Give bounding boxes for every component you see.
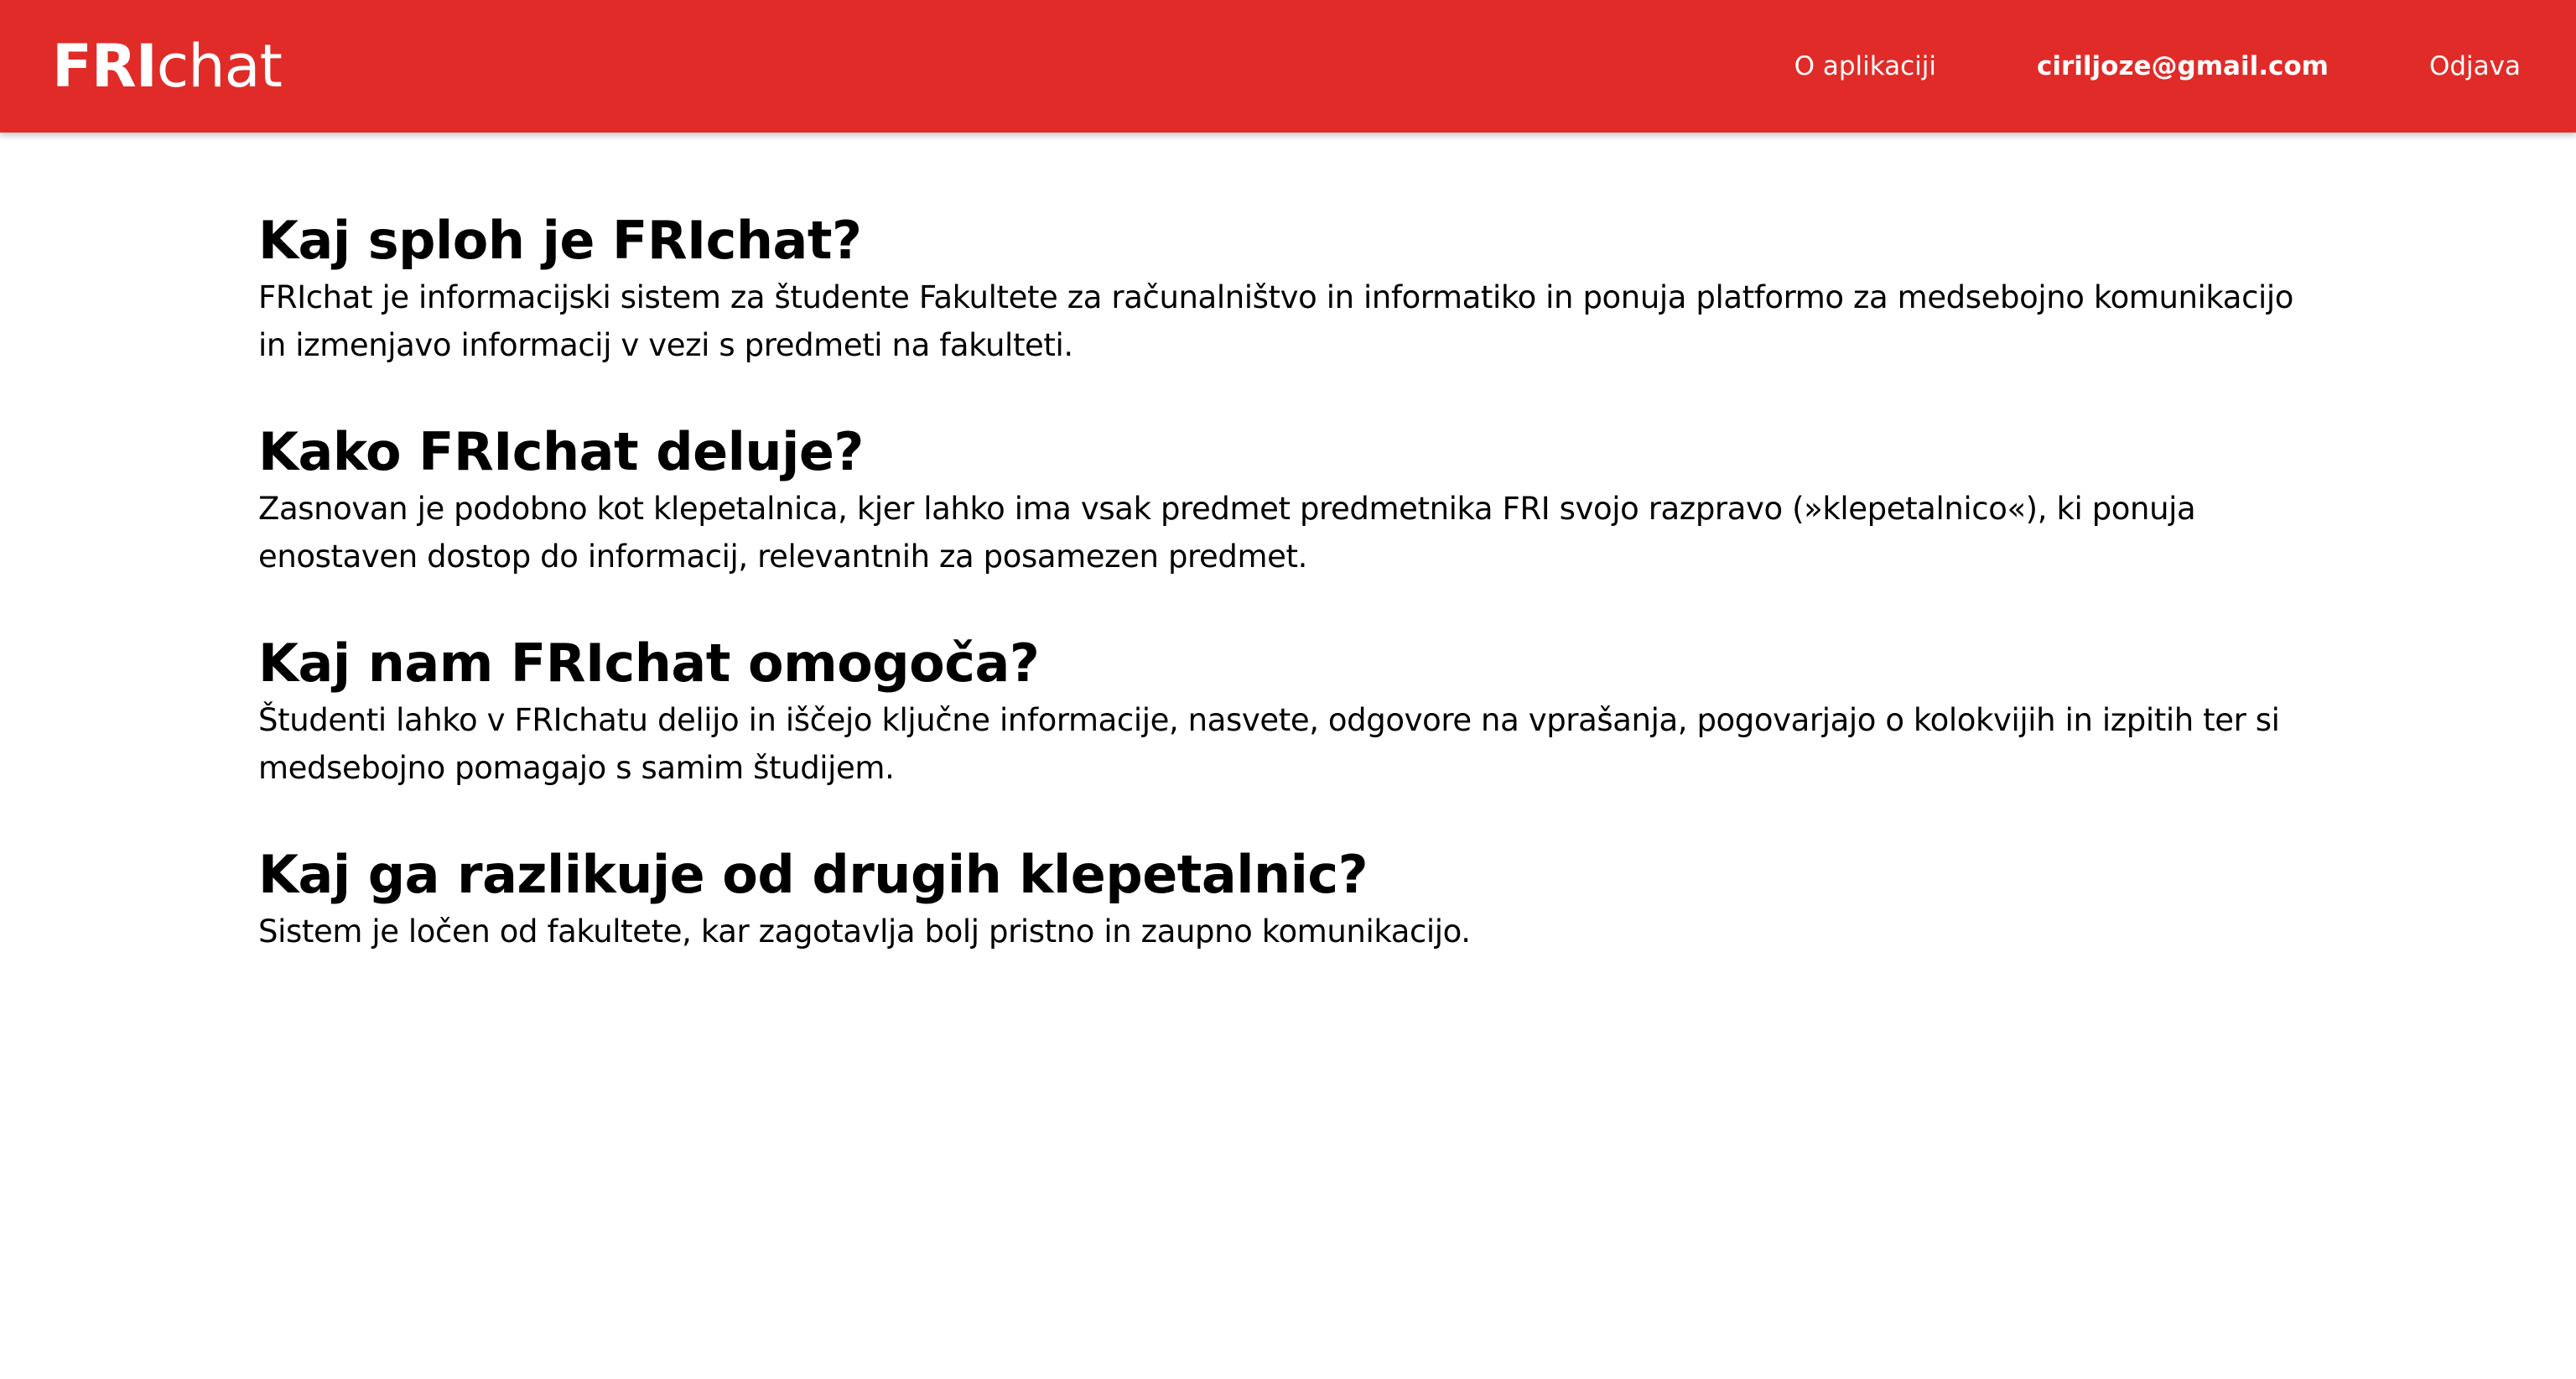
faq-section: Kaj sploh je FRIchat? FRIchat je informa… bbox=[258, 208, 2321, 369]
section-text: Zasnovan je podobno kot klepetalnica, kj… bbox=[258, 491, 2196, 575]
section-heading: Kaj sploh je FRIchat? bbox=[258, 210, 862, 271]
section-heading: Kaj nam FRIchat omogoča? bbox=[258, 632, 1040, 694]
faq-section: Kaj ga razlikuje od drugih klepetalnic? … bbox=[258, 842, 2321, 955]
section-heading: Kaj ga razlikuje od drugih klepetalnic? bbox=[258, 844, 1368, 905]
section-text: FRIchat je informacijski sistem za štude… bbox=[258, 279, 2294, 363]
logout-link[interactable]: Odjava bbox=[2429, 51, 2521, 81]
user-email-link[interactable]: ciriljoze@gmail.com bbox=[2037, 51, 2329, 81]
brand-logo[interactable]: FRIchat bbox=[52, 37, 283, 96]
section-text: Sistem je ločen od fakultete, kar zagota… bbox=[258, 913, 1471, 950]
brand-logo-bold: FRI bbox=[52, 32, 158, 101]
about-content: Kaj sploh je FRIchat? FRIchat je informa… bbox=[258, 208, 2321, 1006]
brand-logo-light: chat bbox=[156, 32, 283, 101]
about-link[interactable]: O aplikaciji bbox=[1794, 51, 1936, 81]
section-text: Študenti lahko v FRIchatu delijo in išče… bbox=[258, 702, 2280, 786]
section-heading: Kako FRIchat deluje? bbox=[258, 421, 864, 482]
top-navbar: FRIchat O aplikaciji ciriljoze@gmail.com… bbox=[0, 0, 2576, 133]
faq-section: Kaj nam FRIchat omogoča? Študenti lahko … bbox=[258, 631, 2321, 792]
faq-section: Kako FRIchat deluje? Zasnovan je podobno… bbox=[258, 419, 2321, 580]
nav-links: O aplikaciji ciriljoze@gmail.com Odjava bbox=[1794, 51, 2521, 81]
